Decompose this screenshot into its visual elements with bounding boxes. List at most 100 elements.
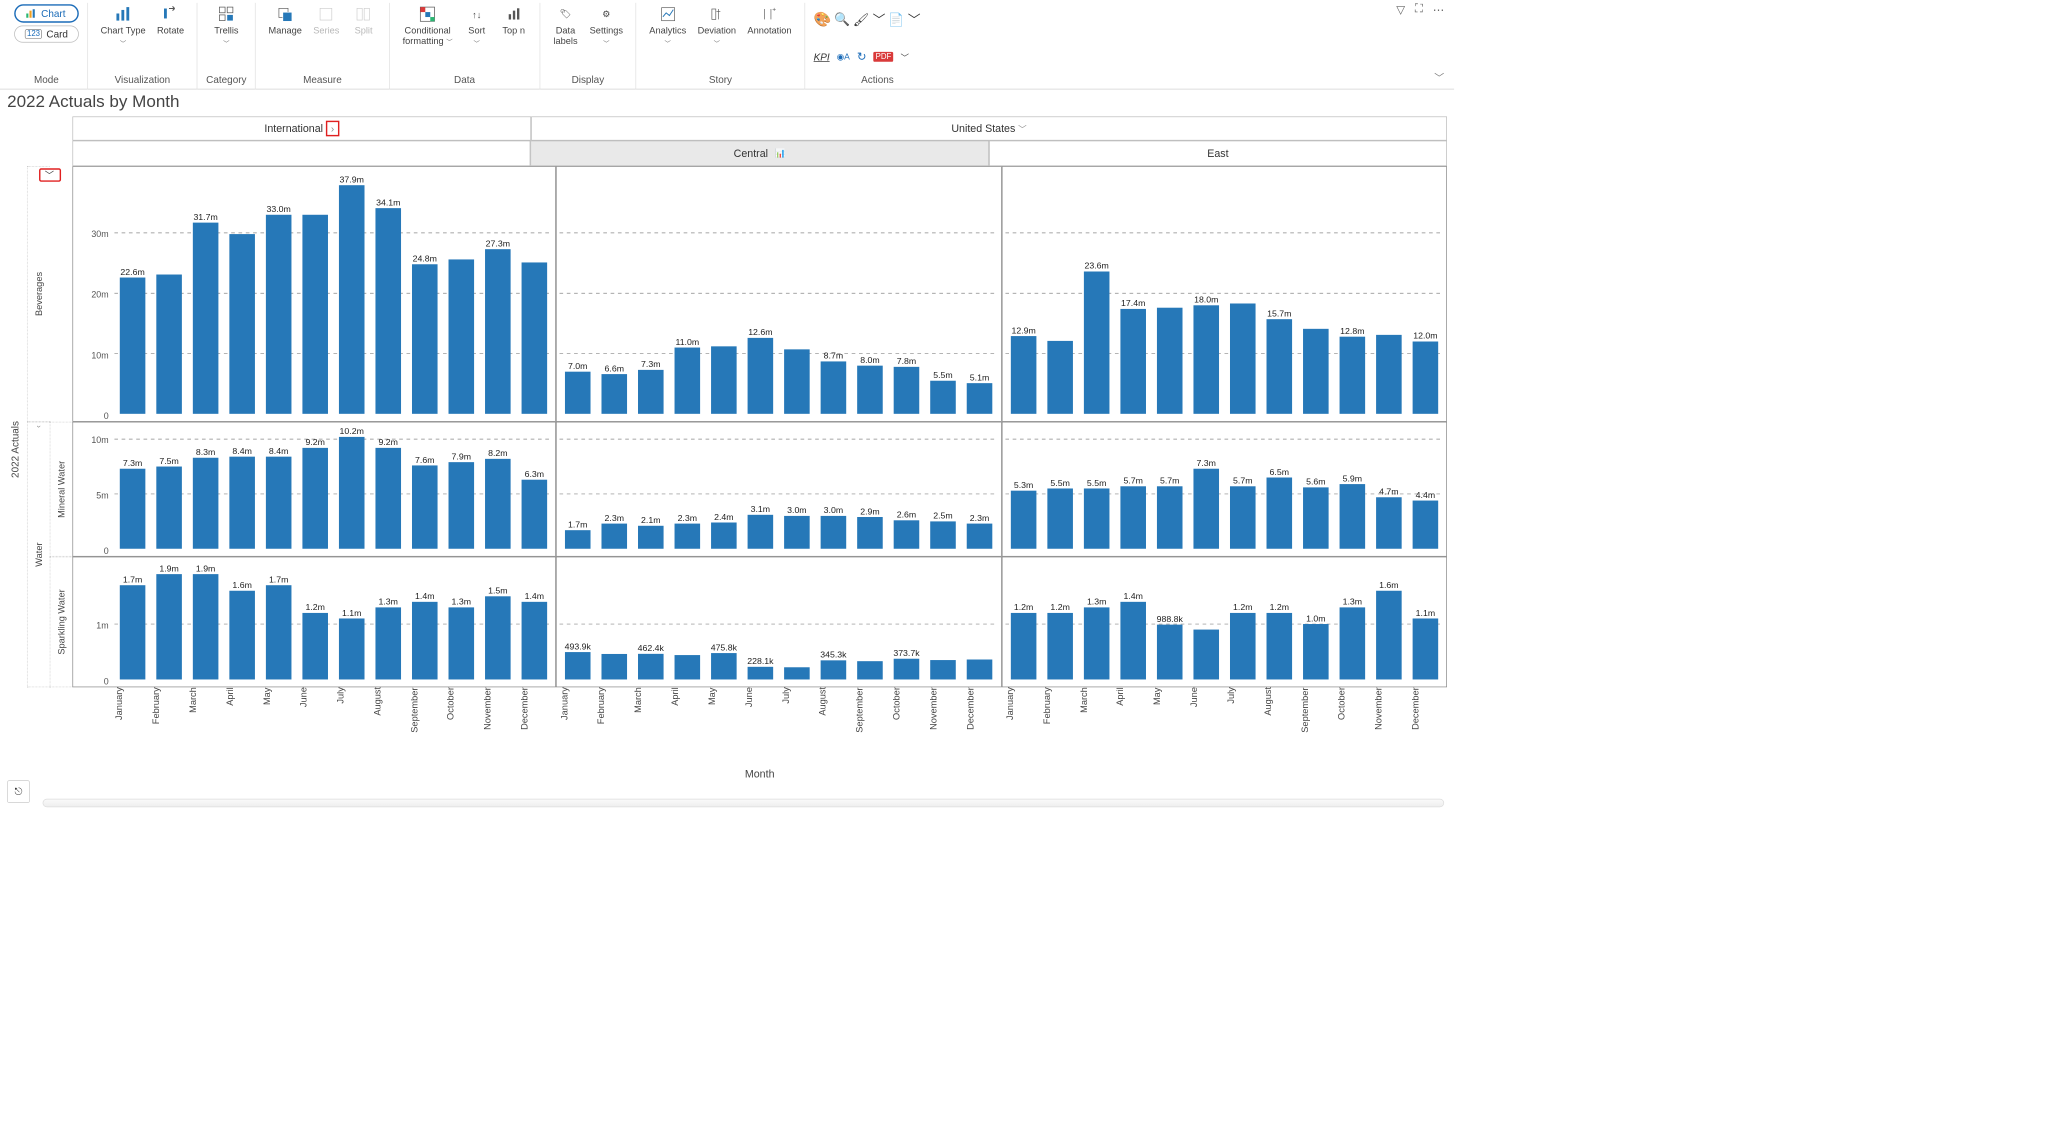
bar[interactable]: [1193, 469, 1219, 549]
export-icon[interactable]: 📄 ﹀: [888, 10, 920, 28]
trellis-button[interactable]: Trellis ﹀: [209, 3, 243, 50]
bar[interactable]: [375, 448, 401, 549]
bar[interactable]: [522, 602, 548, 680]
bar[interactable]: [784, 349, 810, 414]
bar[interactable]: [1011, 491, 1037, 549]
sort-button[interactable]: ↑↓ Sort ﹀: [460, 3, 494, 50]
bar[interactable]: [266, 457, 292, 549]
bar[interactable]: [930, 381, 956, 414]
bar[interactable]: [1230, 303, 1256, 413]
bar[interactable]: [857, 366, 883, 414]
row-label-beverages[interactable]: Beverages: [33, 272, 44, 316]
bar[interactable]: [711, 522, 737, 548]
bar[interactable]: [229, 457, 255, 549]
bar[interactable]: [485, 459, 511, 549]
bar[interactable]: [156, 467, 182, 549]
bar[interactable]: [302, 215, 328, 414]
bar[interactable]: [821, 660, 847, 679]
bar[interactable]: [930, 521, 956, 548]
row-label-mineral-water[interactable]: Mineral Water: [56, 461, 67, 518]
palette-icon[interactable]: 🎨: [814, 10, 832, 28]
bar[interactable]: [229, 591, 255, 680]
horizontal-scrollbar[interactable]: [43, 799, 1445, 808]
bar[interactable]: [565, 652, 591, 679]
bar[interactable]: [967, 660, 993, 680]
bar[interactable]: [602, 524, 628, 549]
bar[interactable]: [894, 367, 920, 414]
bar[interactable]: [784, 516, 810, 549]
bar[interactable]: [1157, 486, 1183, 549]
deviation-button[interactable]: Deviation ﹀: [693, 3, 740, 50]
bar[interactable]: [711, 346, 737, 414]
bar[interactable]: [748, 338, 774, 414]
mode-card-button[interactable]: 123 Card: [14, 26, 78, 43]
col-header-us[interactable]: United States ﹀: [531, 116, 1447, 140]
more-icon[interactable]: ⋯: [1433, 3, 1444, 17]
bar[interactable]: [638, 370, 664, 414]
bar[interactable]: [412, 602, 438, 680]
bar[interactable]: [1303, 329, 1329, 414]
bar[interactable]: [193, 574, 219, 679]
bar[interactable]: [748, 667, 774, 680]
zoom-icon[interactable]: 🔍: [834, 12, 850, 27]
refresh-icon[interactable]: ↻: [857, 50, 867, 64]
bar[interactable]: [1157, 308, 1183, 414]
bar[interactable]: [1266, 613, 1292, 680]
manage-button[interactable]: Manage: [264, 3, 306, 38]
bar[interactable]: [638, 654, 664, 680]
bar[interactable]: [1011, 613, 1037, 680]
col-subheader-east[interactable]: East: [989, 141, 1447, 167]
chart-type-button[interactable]: Chart Type ﹀: [96, 3, 150, 50]
bar[interactable]: [412, 465, 438, 548]
bar[interactable]: [339, 185, 365, 414]
bar[interactable]: [485, 249, 511, 414]
bar[interactable]: [821, 361, 847, 414]
bar[interactable]: [449, 259, 475, 413]
row-label-sparkling-water[interactable]: Sparkling Water: [56, 589, 67, 654]
bar[interactable]: [565, 530, 591, 549]
bar[interactable]: [784, 667, 810, 679]
kpi-button[interactable]: KPI: [814, 51, 830, 62]
bar[interactable]: [1376, 335, 1402, 414]
bar[interactable]: [1193, 305, 1219, 414]
settings-button[interactable]: ⚙ Settings ﹀: [585, 3, 627, 50]
bar[interactable]: [1339, 484, 1365, 549]
rotate-button[interactable]: Rotate: [153, 3, 189, 38]
bar[interactable]: [120, 278, 146, 414]
col-header-international[interactable]: International ›: [72, 116, 531, 140]
bar[interactable]: [565, 372, 591, 414]
collapse-us-icon[interactable]: ﹀: [1018, 122, 1027, 134]
bar[interactable]: [375, 607, 401, 679]
bar[interactable]: [1011, 336, 1037, 414]
bar[interactable]: [266, 585, 292, 679]
mode-chart-button[interactable]: Chart: [14, 4, 78, 22]
bar[interactable]: [266, 215, 292, 414]
mini-chart-icon[interactable]: 📊: [775, 148, 786, 158]
bar[interactable]: [1157, 625, 1183, 680]
bar[interactable]: [894, 659, 920, 680]
bar[interactable]: [967, 383, 993, 414]
bar[interactable]: [412, 264, 438, 414]
col-subheader-central[interactable]: Central 📊: [531, 141, 989, 167]
data-labels-button[interactable]: 🏷 Data labels: [548, 3, 582, 49]
ribbon-collapse-icon[interactable]: ﹀: [1434, 70, 1444, 84]
bar[interactable]: [602, 654, 628, 680]
bar[interactable]: [339, 618, 365, 679]
conditional-formatting-button[interactable]: Conditional formatting ﹀: [398, 3, 457, 49]
bar[interactable]: [1084, 607, 1110, 679]
data-view-button[interactable]: ⎋: [7, 780, 30, 803]
bar[interactable]: [302, 613, 328, 680]
fullscreen-icon[interactable]: ⛶: [1415, 3, 1423, 17]
bar[interactable]: [1303, 624, 1329, 679]
bar[interactable]: [229, 234, 255, 414]
bar[interactable]: [449, 607, 475, 679]
analytics-button[interactable]: Analytics ﹀: [645, 3, 690, 50]
bar[interactable]: [857, 661, 883, 679]
bar[interactable]: [1412, 501, 1438, 549]
row-expand-beverages[interactable]: ︿: [39, 168, 61, 181]
bar[interactable]: [857, 517, 883, 549]
bar[interactable]: [522, 480, 548, 549]
bar[interactable]: [967, 524, 993, 549]
bar[interactable]: [602, 374, 628, 414]
bar[interactable]: [1193, 630, 1219, 680]
